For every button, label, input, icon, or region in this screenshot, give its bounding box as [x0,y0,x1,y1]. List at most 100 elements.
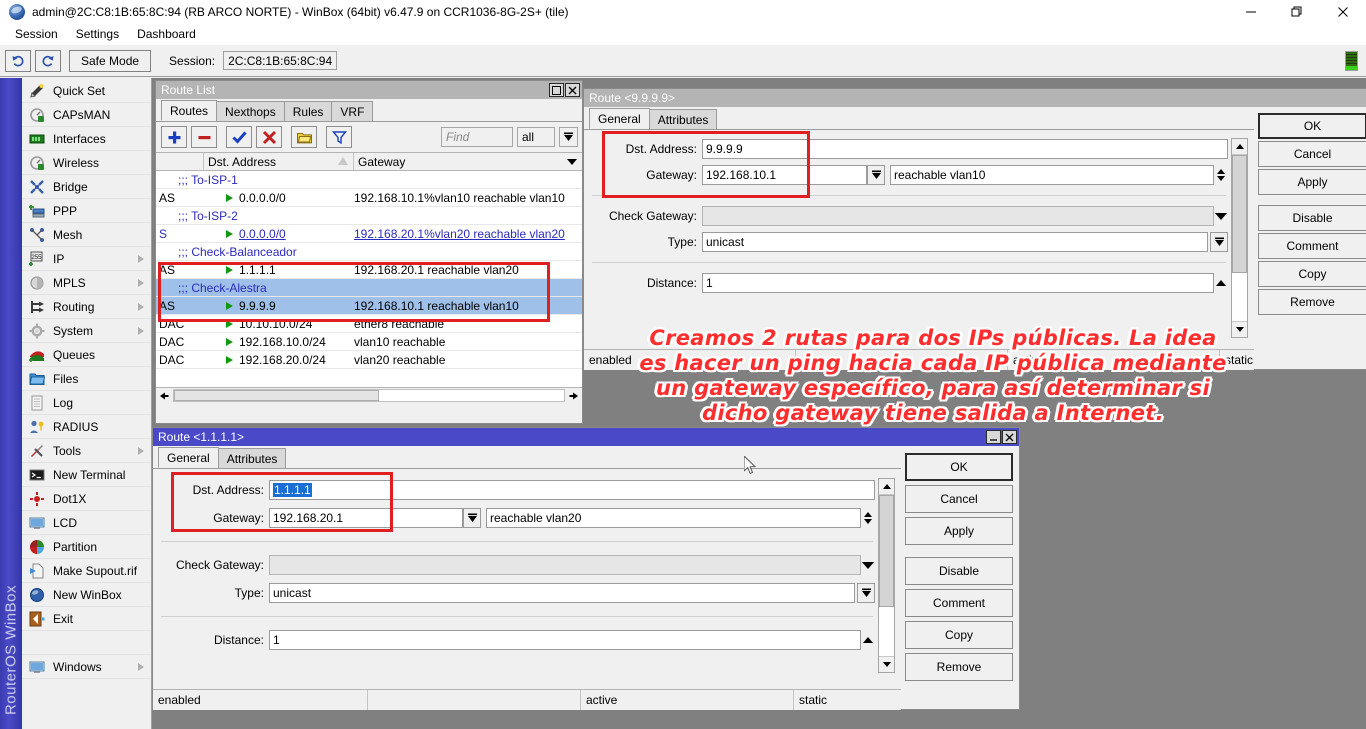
sidebar-item-lcd[interactable]: LCD [22,511,151,535]
route-999-disable-button[interactable]: Disable [1258,205,1366,231]
table-row[interactable]: S0.0.0.0/0192.168.20.1%vlan20 reachable … [156,225,582,243]
hscroll-right-icon[interactable] [566,389,582,403]
route-111-tab-attributes[interactable]: Attributes [218,448,287,468]
route-111-check-gateway-dropdown-icon[interactable] [861,555,875,575]
filter-scope-dropdown-icon[interactable] [559,127,578,147]
route-999-titlebar[interactable]: Route <9.9.9.9> [584,89,1366,107]
undo-icon[interactable] [5,50,31,72]
sidebar-item-mesh[interactable]: Mesh [22,223,151,247]
route-999-tab-general[interactable]: General [589,108,650,129]
route-999-check-gateway-input[interactable] [702,206,1214,226]
minimize-icon[interactable] [1228,0,1274,23]
sidebar-item-ppp[interactable]: PPP [22,199,151,223]
route-111-form-scrollbar[interactable] [878,478,895,673]
route-999-type-dropdown-icon[interactable] [1210,232,1228,252]
route-111-ok-button[interactable]: OK [905,453,1013,481]
check-icon[interactable] [226,126,252,148]
route-111-type-input[interactable]: unicast [269,583,855,603]
route-111-scroll-up-icon[interactable] [879,479,894,495]
sidebar-item-wireless[interactable]: Wireless [22,151,151,175]
route-111-scroll-down-icon[interactable] [879,656,894,672]
search-input[interactable]: Find [441,127,513,147]
route-111-comment-button[interactable]: Comment [905,589,1013,617]
column-header-gateway[interactable]: Gateway [354,153,562,170]
route-111-distance-input[interactable]: 1 [269,630,861,650]
route-111-type-dropdown-icon[interactable] [857,583,875,603]
filter-icon[interactable] [326,126,352,148]
redo-icon[interactable] [35,50,61,72]
sidebar-item-tools[interactable]: Tools [22,439,151,463]
menu-item-settings[interactable]: Settings [67,25,128,43]
route-999-check-gateway-dropdown-icon[interactable] [1214,206,1228,226]
menu-item-session[interactable]: Session [6,25,67,43]
route-list-tab-routes[interactable]: Routes [161,100,217,121]
sidebar-item-ip[interactable]: 255IP [22,247,151,271]
route-111-distance-spinner-icon[interactable] [861,630,875,650]
plus-icon[interactable] [161,126,187,148]
sidebar-item-mpls[interactable]: MPLS [22,271,151,295]
sidebar-item-interfaces[interactable]: Interfaces [22,127,151,151]
sidebar-item-make-supout-rif[interactable]: Make Supout.rif [22,559,151,583]
route-999-cancel-button[interactable]: Cancel [1258,141,1366,167]
route-999-dst-address-input[interactable]: 9.9.9.9 [702,139,1228,159]
table-row[interactable]: DAC192.168.20.0/24vlan20 reachable [156,351,582,369]
route-111-apply-button[interactable]: Apply [905,517,1013,545]
route-999-gateway-dropdown-icon[interactable] [867,165,885,185]
sidebar-item-files[interactable]: Files [22,367,151,391]
minus-icon[interactable] [191,126,217,148]
route-111-remove-button[interactable]: Remove [905,653,1013,681]
route-999-type-input[interactable]: unicast [702,232,1208,252]
route-111-minimize-icon[interactable] [986,430,1001,444]
sidebar-item-exit[interactable]: Exit [22,607,151,631]
close-icon[interactable] [1320,0,1366,23]
sidebar-item-dot1x[interactable]: Dot1X [22,487,151,511]
route-111-gateway-spinner-icon[interactable] [861,508,875,528]
sidebar-item-log[interactable]: Log [22,391,151,415]
route-999-copy-button[interactable]: Copy [1258,261,1366,287]
route-111-gateway-dropdown-icon[interactable] [463,508,481,528]
sidebar-item-windows[interactable]: Windows [22,655,151,679]
sidebar-item-system[interactable]: System [22,319,151,343]
sidebar-item-new-winbox[interactable]: New WinBox [22,583,151,607]
column-header-flags[interactable] [156,153,204,170]
session-value[interactable]: 2C:C8:1B:65:8C:94 [223,51,337,70]
route-111-tab-general[interactable]: General [158,447,219,468]
route-999-gateway-spinner-icon[interactable] [1214,165,1228,185]
table-row-comment[interactable]: ;;; To-ISP-2 [156,207,582,225]
table-row[interactable]: DAC192.168.10.0/24vlan10 reachable [156,333,582,351]
safe-mode-button[interactable]: Safe Mode [69,50,151,72]
route-list-titlebar[interactable]: Route List [156,81,582,99]
route-111-cancel-button[interactable]: Cancel [905,485,1013,513]
route-999-distance-spinner-icon[interactable] [1214,273,1228,293]
table-row[interactable]: DAC10.10.10.0/24ether8 reachable [156,315,582,333]
route-999-ok-button[interactable]: OK [1258,113,1366,139]
column-header-dst-address[interactable]: Dst. Address [204,153,354,170]
route-999-tab-attributes[interactable]: Attributes [649,109,718,129]
route-999-distance-input[interactable]: 1 [702,273,1214,293]
table-row[interactable]: AS0.0.0.0/0192.168.10.1%vlan10 reachable… [156,189,582,207]
route-111-disable-button[interactable]: Disable [905,557,1013,585]
route-111-dst-address-input[interactable]: 1.1.1.1 [269,480,875,500]
sidebar-item-queues[interactable]: Queues [22,343,151,367]
route-999-form-scrollbar[interactable] [1231,138,1248,338]
route-999-gateway-input[interactable]: 192.168.10.1 [702,165,867,185]
sidebar-item-partition[interactable]: Partition [22,535,151,559]
table-row-comment[interactable]: ;;; Check-Alestra [156,279,582,297]
cross-icon[interactable] [256,126,282,148]
route-list-tab-nexthops[interactable]: Nexthops [216,101,285,121]
sidebar-item-bridge[interactable]: Bridge [22,175,151,199]
filter-scope-select[interactable]: all [517,127,555,147]
route-999-apply-button[interactable]: Apply [1258,169,1366,195]
route-111-copy-button[interactable]: Copy [905,621,1013,649]
sidebar-item-routing[interactable]: Routing [22,295,151,319]
route-999-remove-button[interactable]: Remove [1258,289,1366,315]
route-111-close-icon[interactable] [1002,430,1017,444]
route-999-scroll-up-icon[interactable] [1232,139,1247,155]
route-list-tab-vrf[interactable]: VRF [331,101,373,121]
route-list-tab-rules[interactable]: Rules [284,101,333,121]
route-999-comment-button[interactable]: Comment [1258,233,1366,259]
table-row-comment[interactable]: ;;; To-ISP-1 [156,171,582,189]
route-111-titlebar[interactable]: Route <1.1.1.1> [153,428,1019,446]
sidebar-item-new-terminal[interactable]: New Terminal [22,463,151,487]
route-list-hscrollbar[interactable] [156,387,582,403]
